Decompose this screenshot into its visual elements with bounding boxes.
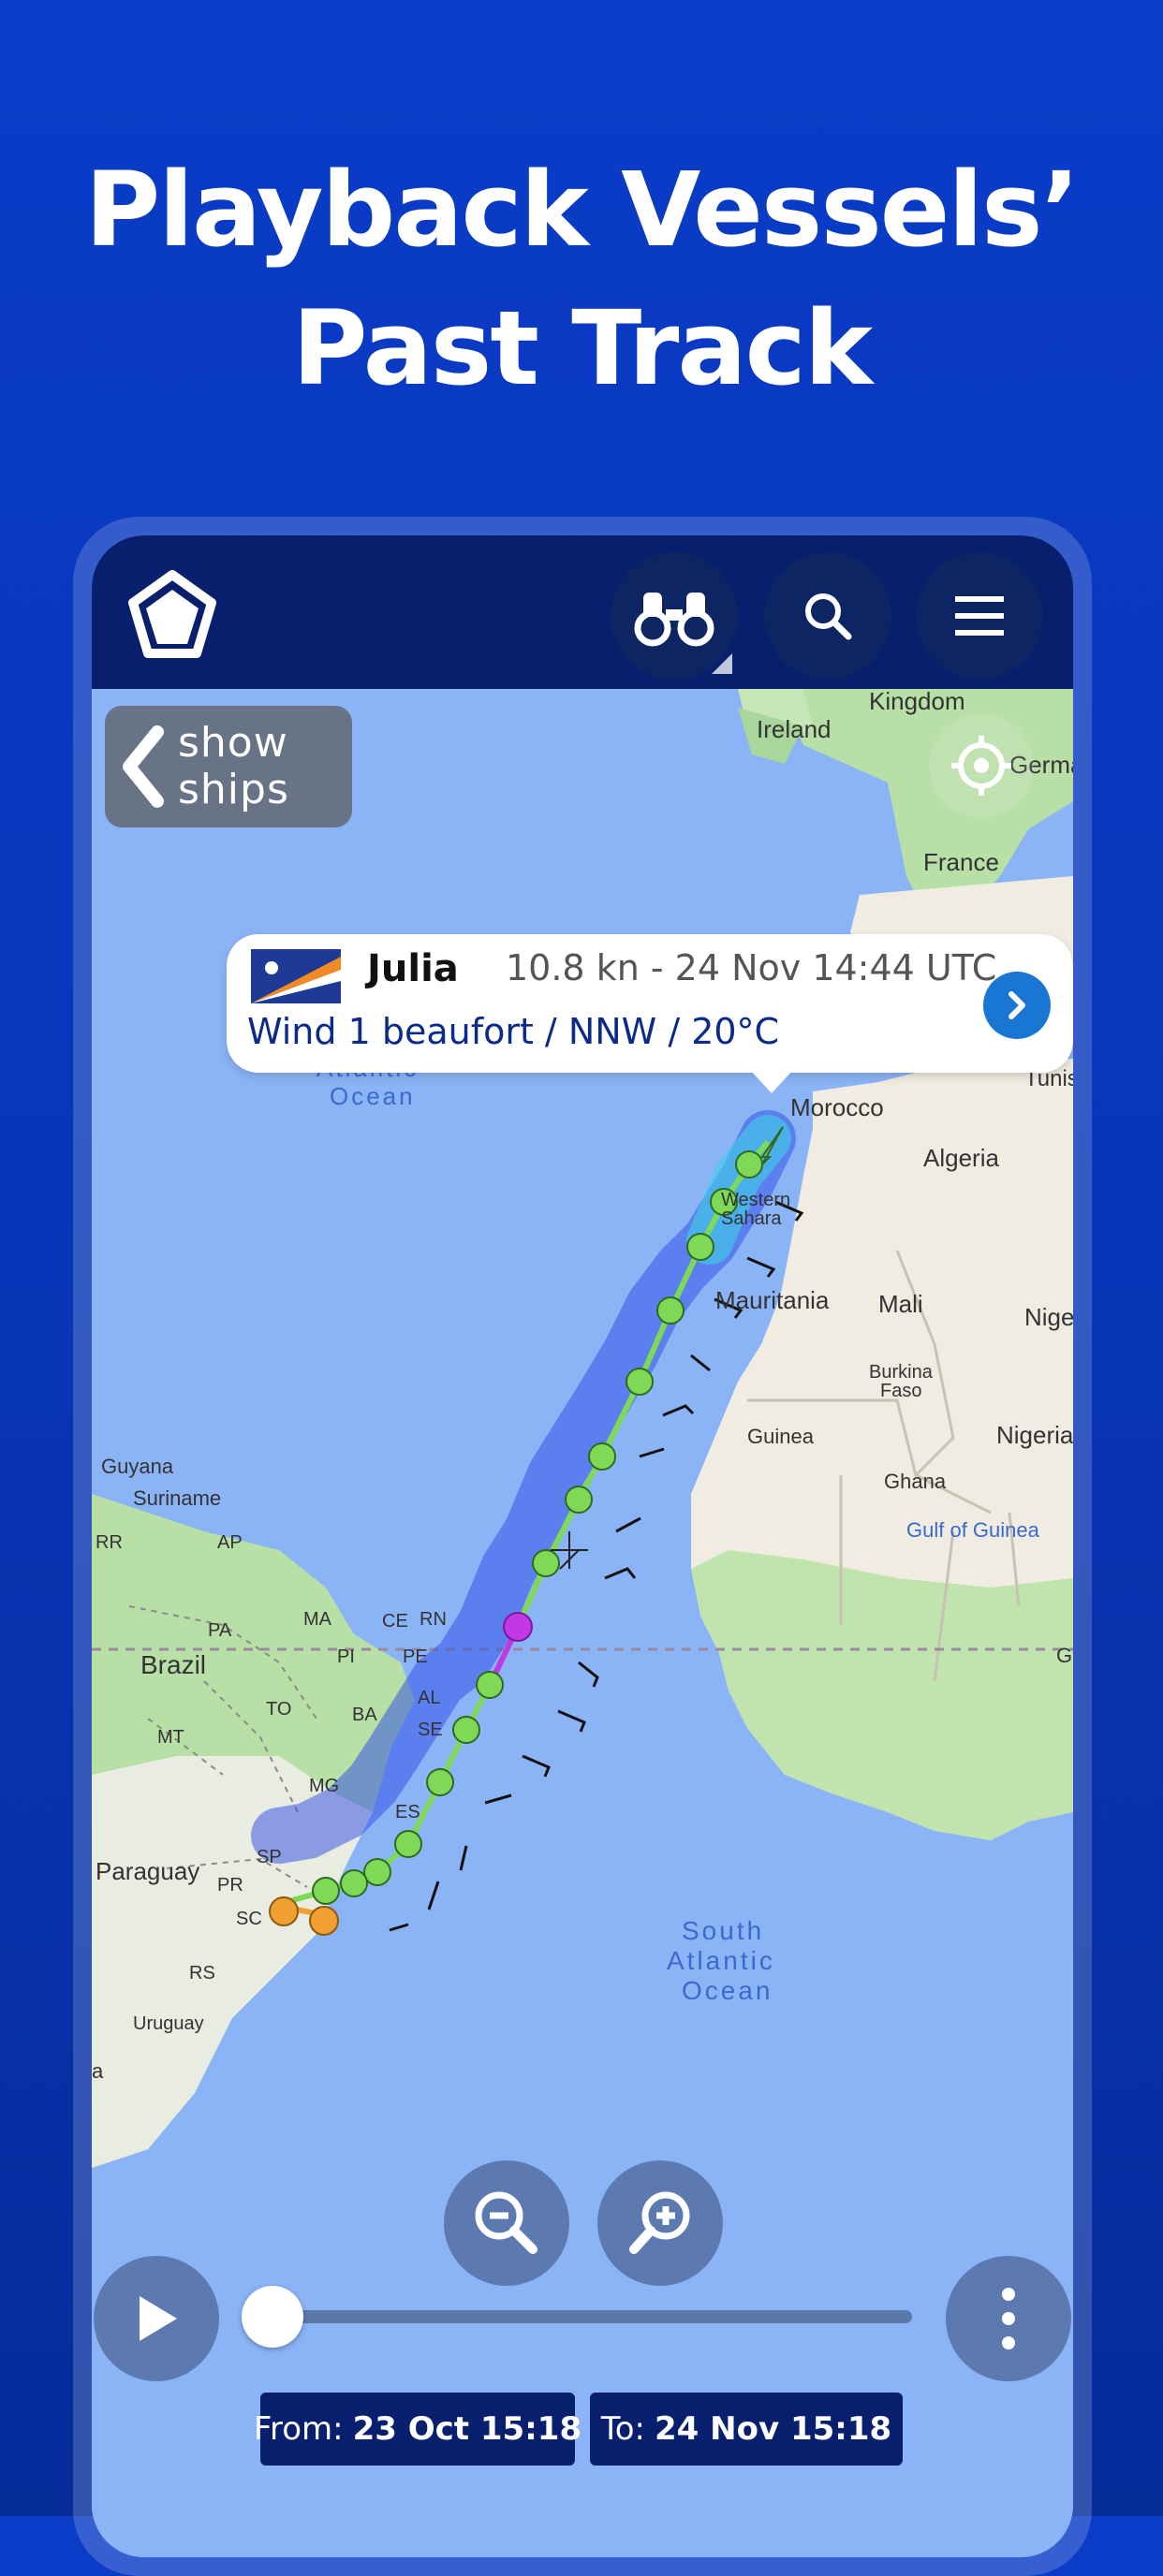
- vessel-details-button[interactable]: [983, 972, 1051, 1039]
- from-value: 23 Oct 15:18: [352, 2410, 582, 2448]
- svg-text:PA: PA: [208, 1620, 232, 1641]
- show-ships-button[interactable]: show ships: [105, 706, 352, 827]
- search-button[interactable]: [764, 552, 891, 680]
- headline: Playback Vessels’ Past Track: [0, 140, 1163, 417]
- zoom-in-button[interactable]: [597, 2160, 723, 2286]
- svg-text:Mali: Mali: [878, 1290, 923, 1318]
- svg-text:Atlantic: Atlantic: [667, 1946, 775, 1975]
- svg-text:Ghana: Ghana: [884, 1470, 947, 1493]
- chevron-right-icon: [1008, 991, 1025, 1019]
- svg-text:Ireland: Ireland: [757, 715, 832, 743]
- dropdown-corner-icon: [712, 653, 732, 674]
- svg-text:Faso: Faso: [880, 1381, 921, 1401]
- svg-text:SE: SE: [418, 1720, 443, 1740]
- svg-text:Ocean: Ocean: [682, 1976, 773, 2005]
- to-value: 24 Nov 15:18: [655, 2410, 892, 2448]
- zoom-out-icon: [475, 2191, 537, 2254]
- show-ships-line-2: ships: [178, 766, 289, 813]
- svg-text:Morocco: Morocco: [790, 1093, 884, 1121]
- svg-text:Suriname: Suriname: [133, 1486, 221, 1510]
- svg-text:MG: MG: [309, 1776, 339, 1796]
- svg-text:G: G: [1056, 1644, 1072, 1667]
- svg-text:Western: Western: [721, 1190, 790, 1210]
- svg-text:MT: MT: [157, 1727, 184, 1748]
- svg-text:South: South: [682, 1916, 764, 1945]
- playback-slider-track[interactable]: [275, 2310, 912, 2323]
- svg-text:CE: CE: [382, 1611, 408, 1632]
- svg-text:Uruguay: Uruguay: [133, 2013, 204, 2034]
- vessel-info-popup[interactable]: Julia 10.8 kn - 24 Nov 14:44 UTC Wind 1 …: [227, 934, 1073, 1093]
- svg-text:BA: BA: [352, 1705, 377, 1725]
- to-label: To:: [600, 2410, 646, 2448]
- play-icon: [140, 2296, 177, 2341]
- svg-text:RN: RN: [420, 1609, 447, 1630]
- svg-text:Mauritania: Mauritania: [715, 1286, 830, 1314]
- binoculars-button[interactable]: [611, 552, 738, 680]
- vessel-weather: Wind 1 beaufort / NNW / 20°C: [247, 1011, 780, 1052]
- more-options-button[interactable]: [946, 2256, 1071, 2381]
- svg-text:Sahara: Sahara: [721, 1208, 782, 1229]
- to-date-chip[interactable]: To: 24 Nov 15:18: [590, 2393, 903, 2466]
- svg-text:AL: AL: [418, 1688, 440, 1708]
- svg-text:Gulf of Guinea: Gulf of Guinea: [906, 1518, 1040, 1542]
- svg-text:Ocean: Ocean: [330, 1082, 416, 1110]
- app-bar: [92, 535, 1073, 689]
- svg-text:Guyana: Guyana: [101, 1455, 174, 1478]
- svg-text:Kingdom: Kingdom: [869, 689, 965, 715]
- zoom-in-icon: [629, 2191, 690, 2254]
- hamburger-menu-icon: [955, 596, 1004, 636]
- svg-text:PI: PI: [337, 1647, 355, 1667]
- from-date-chip[interactable]: From: 23 Oct 15:18: [254, 2393, 582, 2466]
- svg-text:Guinea: Guinea: [747, 1425, 815, 1448]
- more-vertical-icon: [1002, 2288, 1015, 2349]
- from-label: From:: [253, 2410, 344, 2448]
- headline-line-2: Past Track: [291, 288, 873, 408]
- marshall-islands-flag: [251, 949, 341, 1003]
- svg-text:RR: RR: [96, 1532, 123, 1553]
- svg-text:Nigeria: Nigeria: [996, 1421, 1073, 1449]
- svg-text:TO: TO: [266, 1699, 291, 1720]
- svg-text:AP: AP: [217, 1532, 243, 1553]
- playback-slider-handle[interactable]: [242, 2286, 303, 2348]
- search-icon: [805, 593, 852, 640]
- vessel-status: 10.8 kn - 24 Nov 14:44 UTC: [506, 947, 997, 988]
- pentagon-logo-icon[interactable]: [127, 569, 217, 659]
- svg-text:SC: SC: [236, 1909, 262, 1929]
- svg-text:ES: ES: [395, 1802, 420, 1822]
- chevron-left-icon: [123, 725, 164, 808]
- svg-text:PR: PR: [217, 1875, 243, 1895]
- menu-button[interactable]: [916, 552, 1043, 680]
- svg-text:France: France: [923, 848, 999, 876]
- play-button[interactable]: [94, 2256, 219, 2381]
- svg-text:MA: MA: [303, 1609, 332, 1630]
- svg-text:Brazil: Brazil: [140, 1650, 206, 1679]
- svg-text:Algeria: Algeria: [923, 1144, 999, 1172]
- svg-text:Burkina: Burkina: [869, 1362, 934, 1383]
- app-screen: Kingdom Ireland Germa France Atlantic Oc…: [92, 535, 1073, 2557]
- locate-me-icon[interactable]: [929, 713, 1034, 818]
- binoculars-icon: [634, 593, 714, 647]
- svg-text:PE: PE: [403, 1647, 428, 1667]
- popup-pointer: [751, 1071, 792, 1093]
- headline-line-1: Playback Vessels’: [84, 150, 1081, 270]
- svg-text:RS: RS: [189, 1963, 215, 1983]
- svg-text:Nige: Nige: [1024, 1303, 1073, 1331]
- svg-text:SP: SP: [257, 1847, 282, 1867]
- zoom-out-button[interactable]: [444, 2160, 569, 2286]
- svg-text:a: a: [92, 2059, 104, 2083]
- vessel-name: Julia: [367, 947, 459, 990]
- svg-text:Paraguay: Paraguay: [96, 1857, 199, 1885]
- show-ships-line-1: show: [178, 719, 288, 767]
